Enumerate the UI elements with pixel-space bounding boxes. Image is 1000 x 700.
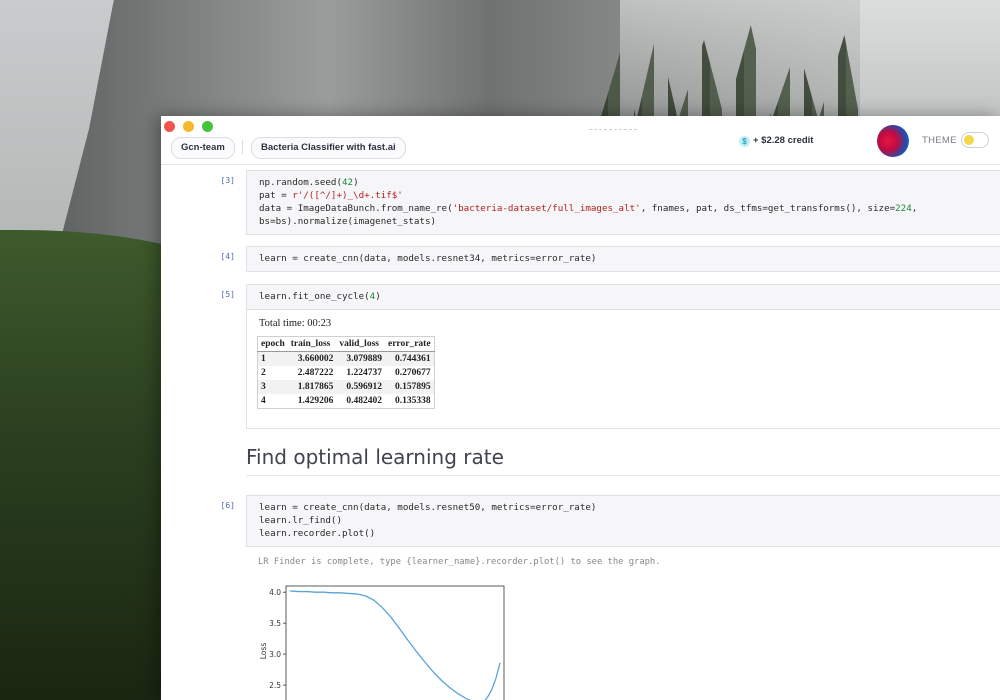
code-token: np.random.seed( — [259, 177, 342, 188]
loss-plot-svg: 4.0 3.5 3.0 2.5 Loss — [259, 585, 505, 700]
plot-frame — [285, 585, 505, 700]
table-cell: 2.487222 — [297, 368, 334, 378]
code-line: bs=bs).normalize(imagenet_stats) — [259, 215, 988, 228]
table-cell: 0.157895 — [385, 380, 435, 394]
code-token: 'bacteria-dataset/full_images_alt' — [452, 203, 641, 214]
code-token: learn.recorder.plot() — [259, 528, 376, 539]
table-row: 1 3.660002 3.079889 0.744361 — [257, 351, 435, 366]
y-tick-label: 4.0 — [269, 588, 281, 597]
table-cell: 1 — [257, 351, 288, 366]
table-cell: 3.660002 — [287, 351, 337, 366]
team-button[interactable]: Gcn-team — [171, 137, 235, 159]
table-cell: 4 — [261, 396, 266, 406]
table-row: 3 1.817865 0.596912 0.157895 — [257, 380, 435, 394]
code-token: pat = — [259, 190, 293, 201]
table-cell: 2 — [261, 368, 266, 378]
code-cell[interactable]: learn.fit_one_cycle(4) — [246, 284, 1000, 310]
lr-finder-message: LR Finder is complete, type {learner_nam… — [258, 557, 661, 567]
table-cell: 0.135338 — [395, 396, 431, 406]
code-token: 42 — [341, 177, 354, 188]
loss-plot: 4.0 3.5 3.0 2.5 Loss — [246, 576, 546, 700]
code-token: ) — [353, 177, 359, 188]
title-bar: Gcn-team Bacteria Classifier with fast.a… — [161, 116, 1000, 165]
drag-handle[interactable] — [589, 129, 637, 130]
project-title-button[interactable]: Bacteria Classifier with fast.ai — [251, 137, 406, 159]
code-token: , fnames, pat, ds_tfms=get_transforms(),… — [640, 203, 896, 214]
minimize-window-button[interactable] — [183, 121, 194, 132]
code-line: data = ImageDataBunch.from_name_re('bact… — [259, 202, 988, 215]
table-row: 4 1.429206 0.482402 0.135338 — [258, 394, 435, 409]
table-cell: 0.270677 — [395, 368, 431, 378]
y-tick-label: 3.5 — [269, 619, 281, 628]
cell-prompt: [5] — [220, 290, 235, 299]
markdown-heading: Find optimal learning rate — [246, 445, 504, 469]
total-time: Total time: 00:23 — [259, 318, 332, 329]
table-cell: 3.079889 — [336, 351, 385, 366]
code-token: learn = create_cnn(data, models.resnet50… — [259, 502, 597, 513]
results-table: epoch train_loss valid_loss error_rate 1 3.6… — [257, 336, 435, 409]
table-header: valid_loss — [336, 336, 385, 352]
code-cell[interactable]: np.random.seed(42) pat = r'/([^/]+)_\d+.t… — [246, 170, 1000, 235]
table-cell: 1.429206 — [297, 396, 334, 406]
y-tick-label: 3.0 — [269, 650, 281, 659]
table-row: 2 2.487222 1.224737 0.270677 — [258, 366, 435, 380]
code-line: learn.fit_one_cycle(4) — [259, 290, 988, 303]
theme-label: THEME — [922, 135, 957, 146]
heading-rule — [246, 475, 1000, 476]
table-cell: 0.482402 — [346, 396, 382, 406]
maximize-window-button[interactable] — [202, 121, 213, 132]
cell-prompt: [4] — [220, 252, 235, 261]
code-token: learn.fit_one_cycle( — [259, 291, 370, 302]
code-token: learn = create_cnn(data, models.resnet34… — [259, 253, 597, 264]
code-token: , — [911, 203, 918, 214]
table-cell: 1.817865 — [287, 380, 337, 394]
notebook-window: Gcn-team Bacteria Classifier with fast.a… — [161, 116, 1000, 700]
credit-text: + $2.28 credit — [753, 135, 814, 146]
y-axis-label: Loss — [259, 643, 268, 660]
coin-icon: $ — [739, 136, 750, 147]
table-cell: 3 — [257, 380, 288, 394]
code-line: learn = create_cnn(data, models.resnet50… — [259, 501, 988, 514]
toggle-knob — [964, 135, 974, 145]
code-line: learn.recorder.plot() — [259, 527, 988, 540]
code-token: ) — [375, 291, 381, 302]
code-line: np.random.seed(42) — [259, 176, 988, 189]
divider — [242, 140, 243, 154]
user-avatar[interactable] — [877, 125, 909, 157]
y-tick-label: 2.5 — [269, 681, 281, 690]
code-token: 224 — [895, 203, 912, 214]
cell-prompt: [3] — [220, 176, 235, 185]
table-header: epoch — [257, 336, 288, 352]
code-line: learn = create_cnn(data, models.resnet34… — [259, 252, 988, 265]
training-output: Total time: 00:23 epoch train_loss valid_l… — [246, 310, 1000, 429]
code-token: r'/([^/]+)_\d+.tif$' — [292, 190, 403, 201]
table-cell: 0.596912 — [336, 380, 385, 394]
code-token: learn.lr_find() — [259, 515, 342, 526]
theme-toggle[interactable] — [961, 132, 989, 148]
code-cell[interactable]: learn = create_cnn(data, models.resnet34… — [246, 246, 1000, 272]
close-window-button[interactable] — [164, 121, 175, 132]
code-cell[interactable]: learn = create_cnn(data, models.resnet50… — [246, 495, 1000, 547]
cell-prompt: [6] — [220, 501, 235, 510]
code-line: pat = r'/([^/]+)_\d+.tif$' — [259, 189, 988, 202]
code-token: data = ImageDataBunch.from_name_re( — [259, 203, 453, 214]
table-cell: 0.744361 — [385, 351, 435, 366]
code-token: bs=bs).normalize(imagenet_stats) — [259, 216, 437, 227]
table-header: error_rate — [385, 336, 435, 352]
credit-display: $ + $2.28 credit — [739, 134, 813, 148]
table-header: train_loss — [287, 336, 337, 352]
table-cell: 1.224737 — [346, 368, 382, 378]
code-line: learn.lr_find() — [259, 514, 988, 527]
